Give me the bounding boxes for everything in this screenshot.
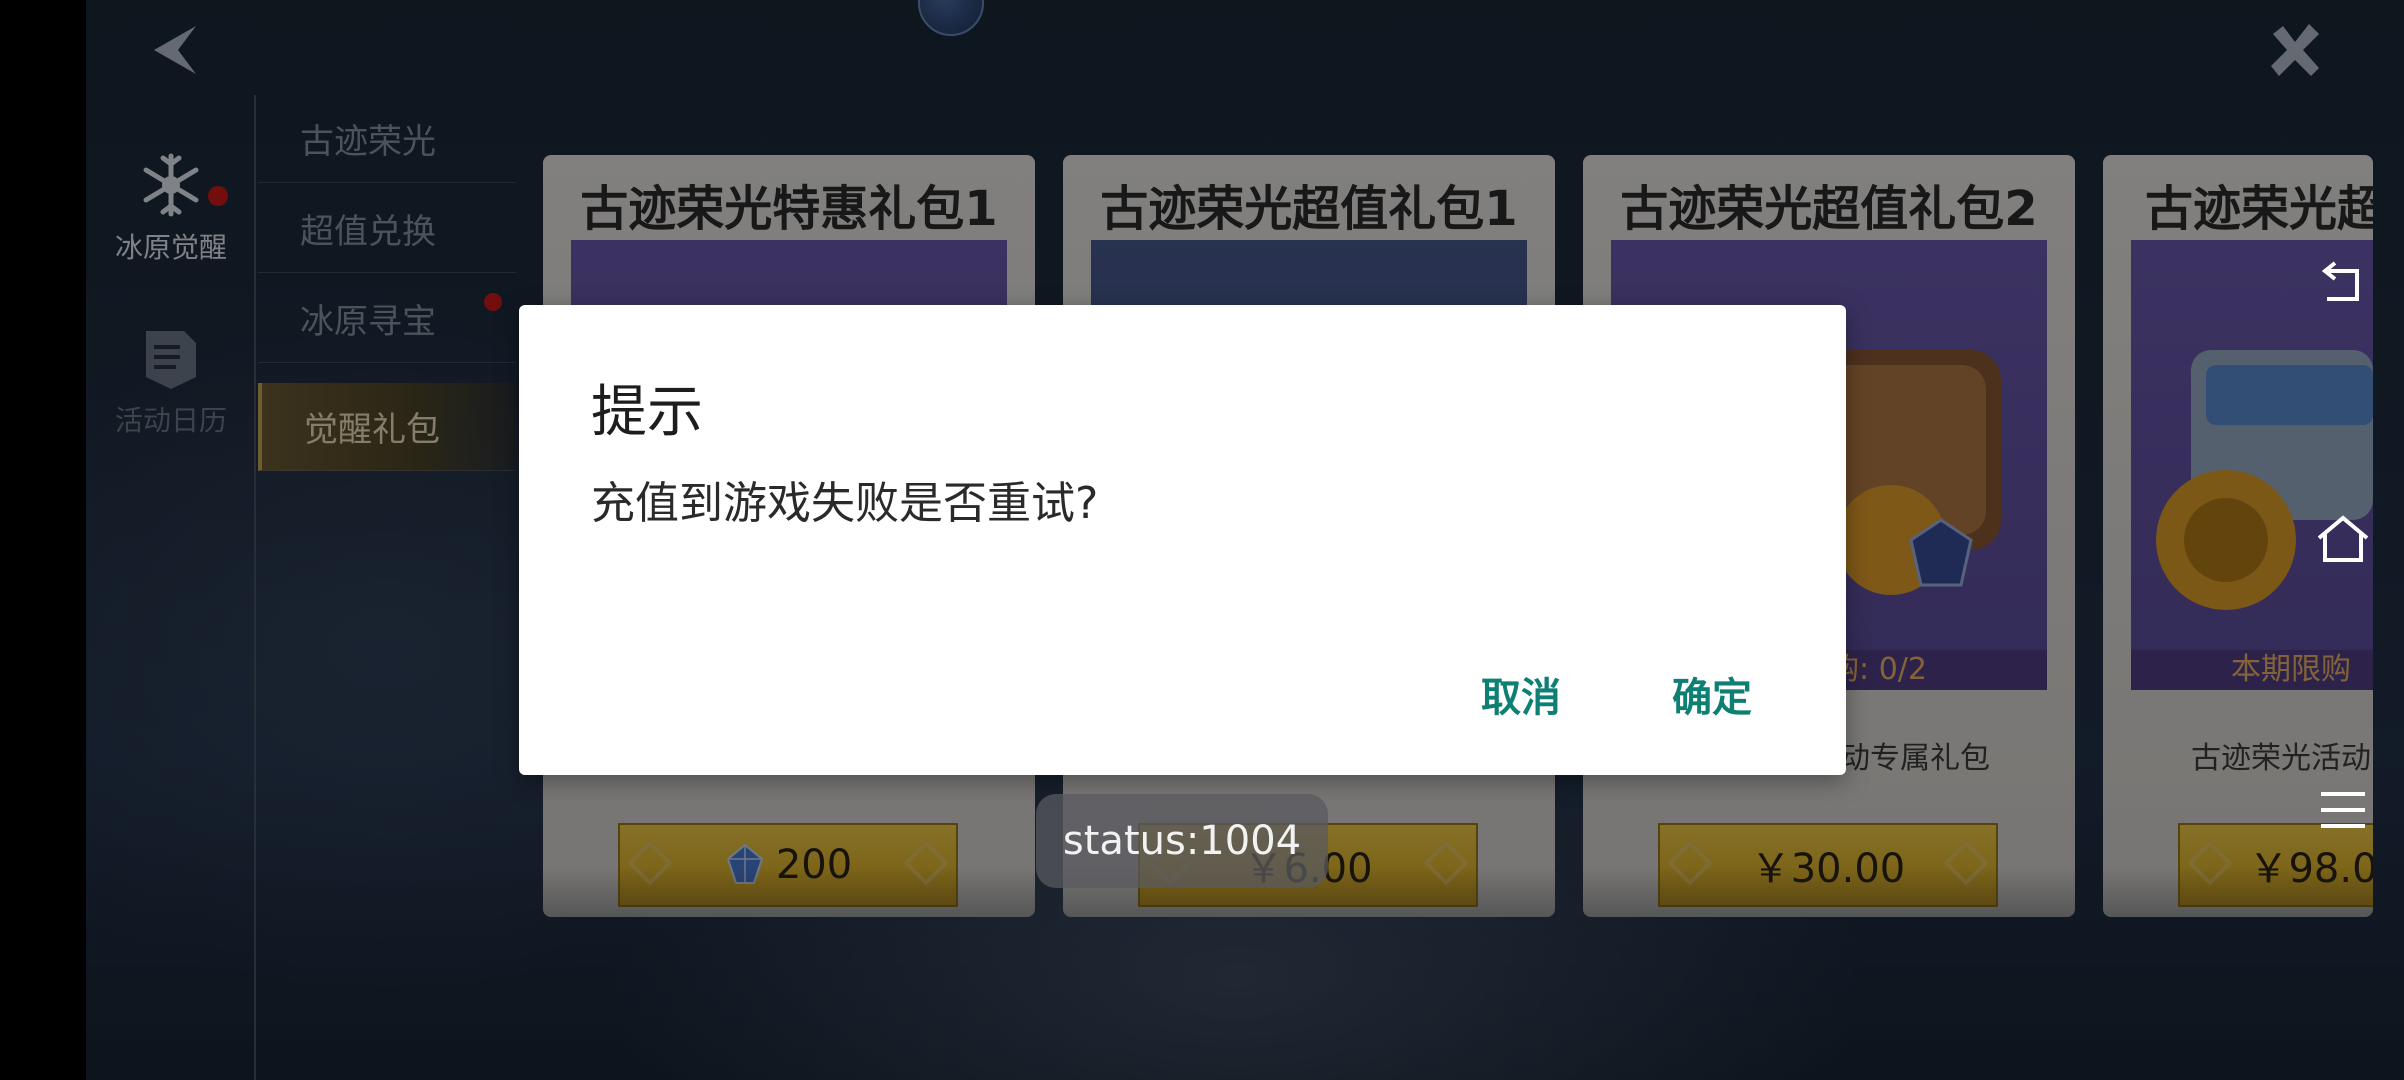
back-nav-icon[interactable] <box>2313 255 2373 315</box>
cancel-button[interactable]: 取消 <box>1481 665 1561 723</box>
dialog-title: 提示 <box>591 380 703 445</box>
status-toast: status:1004 <box>1036 794 1328 888</box>
retry-dialog: 提示 充值到游戏失败是否重试? 取消 确定 <box>519 305 1846 775</box>
home-nav-icon[interactable] <box>2313 510 2373 570</box>
game-screen: 冰原觉醒 活动日历 古迹荣光超值兑换冰原寻宝觉醒礼包 古迹荣光特惠礼包1 <box>0 0 2404 1080</box>
dialog-message: 充值到游戏失败是否重试? <box>591 478 1099 529</box>
confirm-button[interactable]: 确定 <box>1672 665 1752 723</box>
menu-nav-icon[interactable] <box>2313 780 2373 840</box>
